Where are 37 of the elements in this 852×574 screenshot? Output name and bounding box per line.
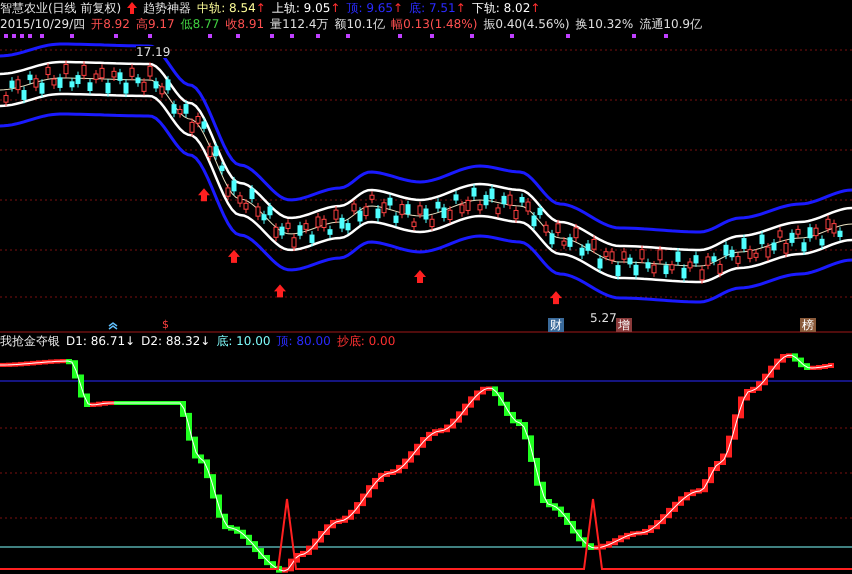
indicator-name: 我抢金夺银 xyxy=(0,334,60,348)
quote-value: 低8.77 xyxy=(180,17,220,31)
indicator-value: 底: 7.51↑ xyxy=(409,1,466,15)
up-arrow-icon xyxy=(414,270,426,283)
date-label: 2015/10/29/四 xyxy=(0,17,86,31)
quote-value: 量112.4万 xyxy=(270,17,328,31)
quote-value: 高9.17 xyxy=(136,17,175,31)
up-arrow-icon xyxy=(274,284,286,298)
high-price-label: 17.19 xyxy=(136,46,170,58)
indicator-value: D2: 88.32↓ xyxy=(141,334,210,348)
quote-value: 幅0.13(1.48%) xyxy=(391,17,478,31)
event-tag[interactable]: 榜 xyxy=(800,318,816,332)
event-tag[interactable]: 财 xyxy=(548,318,564,332)
up-arrow-icon xyxy=(127,2,138,14)
event-tag[interactable]: 增 xyxy=(616,318,632,332)
double-caret-icon xyxy=(108,322,118,330)
indicator-value: 顶: 9.65↑ xyxy=(346,1,404,15)
indicator-value: 抄底: 0.00 xyxy=(336,334,396,348)
dollar-marker: $ xyxy=(162,318,169,331)
low-price-label: 5.27 xyxy=(590,311,617,325)
indicator-value: 中轨: 8.54↑ xyxy=(197,1,266,15)
quote-value: 收8.91 xyxy=(225,17,264,31)
up-arrow-icon xyxy=(228,250,240,263)
quote-value: 开8.92 xyxy=(91,17,130,31)
indicator-value: 下轨: 8.02↑ xyxy=(472,1,540,15)
quote-value: 换10.32% xyxy=(576,17,634,31)
indicator-name: 趋势神器 xyxy=(143,1,192,15)
quote-value: 振0.40(4.56%) xyxy=(483,17,570,31)
up-arrow-icon xyxy=(550,291,562,304)
quote-value: 额10.1亿 xyxy=(334,17,386,31)
indicator-value: 底: 10.00 xyxy=(216,334,271,348)
indicator-value: 顶: 80.00 xyxy=(276,334,331,348)
up-arrow-icon xyxy=(198,188,210,202)
stock-title: 智慧农业(日线 前复权) xyxy=(0,1,122,15)
quote-value: 流通10.9亿 xyxy=(639,17,702,31)
indicator-value: 上轨: 9.05↑ xyxy=(272,1,340,15)
indicator-value: D1: 86.71↓ xyxy=(66,334,136,348)
